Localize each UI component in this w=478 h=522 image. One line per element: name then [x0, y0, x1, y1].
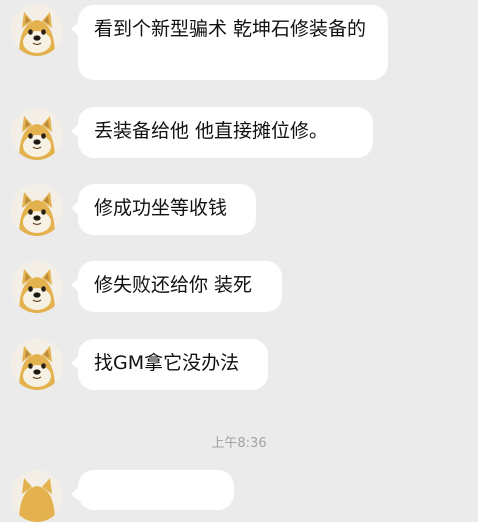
message-bubble[interactable]: 找GM拿它没办法	[71, 339, 268, 390]
message-bubble-partial[interactable]	[71, 470, 234, 510]
doge-avatar-icon[interactable]	[11, 470, 63, 522]
chat-conversation[interactable]: 看到个新型骗术 乾坤石修装备的 丢装备给他 他直接摊位修。 修成功坐等收钱 修失…	[0, 0, 478, 522]
message-bubble[interactable]: 看到个新型骗术 乾坤石修装备的	[71, 5, 388, 80]
doge-avatar-icon[interactable]	[11, 184, 63, 236]
message-bubble[interactable]: 修成功坐等收钱	[71, 184, 256, 235]
message-bubble[interactable]: 修失败还给你 装死	[71, 261, 282, 312]
message-timestamp: 上午8:36	[211, 436, 267, 451]
doge-avatar-icon[interactable]	[11, 4, 63, 56]
doge-avatar-icon[interactable]	[11, 261, 63, 313]
doge-avatar-icon[interactable]	[11, 108, 63, 160]
doge-avatar-icon[interactable]	[11, 338, 63, 390]
message-bubble[interactable]: 丢装备给他 他直接摊位修。	[71, 107, 373, 158]
